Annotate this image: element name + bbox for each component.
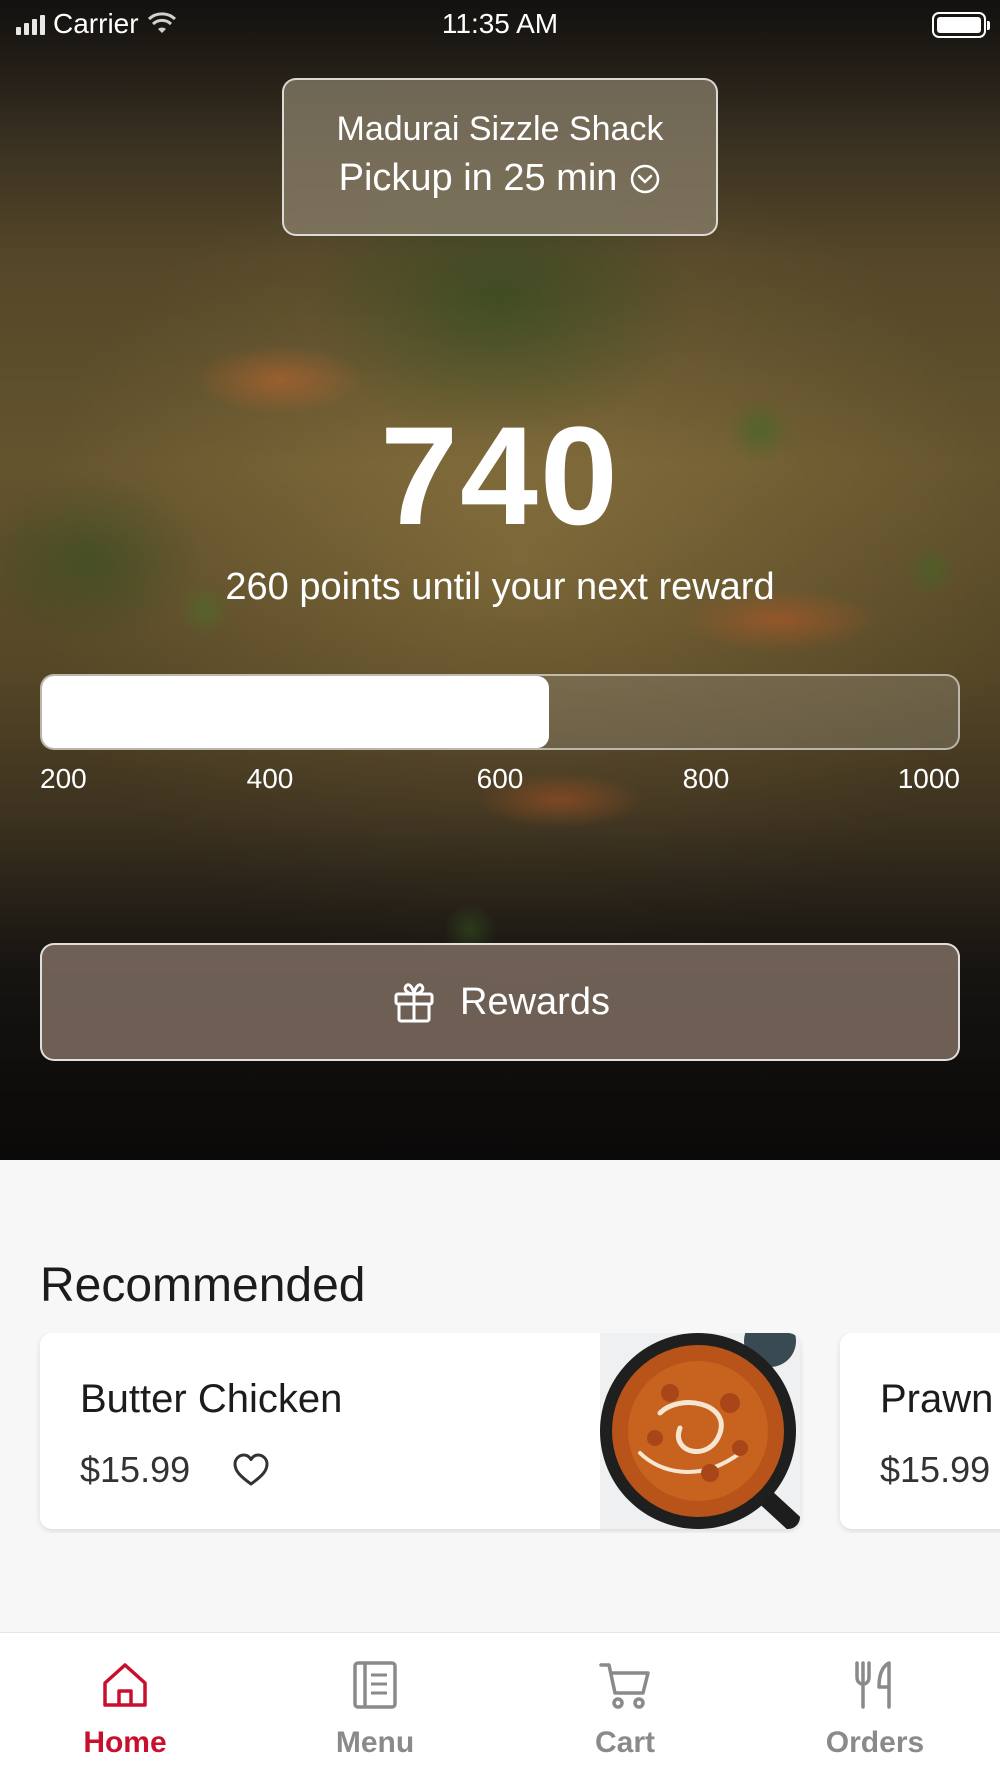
product-card-butter-chicken[interactable]: Butter Chicken $15.99 [40, 1333, 800, 1529]
rewards-button-label: Rewards [460, 980, 610, 1023]
home-icon [103, 1663, 147, 1707]
butter-chicken-image [600, 1333, 800, 1529]
rewards-progress-fill [42, 676, 549, 748]
progress-tick: 1000 [897, 763, 960, 794]
tab-label: Home [83, 1726, 167, 1759]
tab-label: Menu [335, 1726, 415, 1759]
menu-icon [353, 1661, 397, 1709]
tab-label: Cart [594, 1726, 655, 1759]
pickup-time: Pickup in 25 min [338, 157, 618, 199]
tab-orders[interactable]: Orders [750, 1633, 1000, 1778]
progress-tick: 600 [476, 763, 524, 794]
chevron-down-circle-icon [631, 164, 660, 193]
rewards-progress-bar [40, 674, 960, 750]
store-name: Madurai Sizzle Shack [336, 110, 664, 148]
product-name: Butter Chicken [80, 1377, 343, 1421]
tab-cart[interactable]: Cart [500, 1633, 750, 1778]
recommended-carousel[interactable]: Butter Chicken $15.99 Prawn $15.99 [0, 1333, 1000, 1533]
tab-menu[interactable]: Menu [250, 1633, 500, 1778]
tab-home[interactable]: Home [0, 1633, 250, 1778]
product-price: $15.99 [880, 1449, 991, 1490]
progress-tick: 400 [246, 763, 294, 794]
fork-knife-icon [855, 1661, 891, 1709]
recommended-heading: Recommended [40, 1259, 366, 1312]
home-screen: Carrier 11:35 AM Madurai Sizzle Shack Pi… [0, 0, 1000, 1778]
heart-icon[interactable] [230, 1449, 272, 1491]
progress-tick: 200 [40, 763, 87, 794]
rewards-button[interactable]: Rewards [40, 943, 960, 1061]
points-balance: 740 [380, 397, 620, 554]
bottom-tab-bar: Home Menu Cart Orders [0, 1632, 1000, 1778]
product-card-prawn[interactable]: Prawn $15.99 [840, 1333, 1000, 1529]
store-picker-button[interactable]: Madurai Sizzle Shack Pickup in 25 min [282, 78, 718, 236]
tab-label: Orders [825, 1726, 925, 1759]
cart-icon [599, 1663, 650, 1709]
product-price: $15.99 [80, 1449, 191, 1490]
progress-tick: 800 [682, 763, 730, 794]
status-bar: Carrier 11:35 AM [0, 0, 1000, 50]
points-until-reward: 260 points until your next reward [225, 566, 775, 608]
clock: 11:35 AM [441, 8, 559, 39]
product-name: Prawn [880, 1377, 994, 1421]
battery-icon [932, 12, 990, 38]
gift-icon [394, 983, 434, 1023]
progress-scale: 200 400 600 800 1000 [40, 763, 960, 799]
